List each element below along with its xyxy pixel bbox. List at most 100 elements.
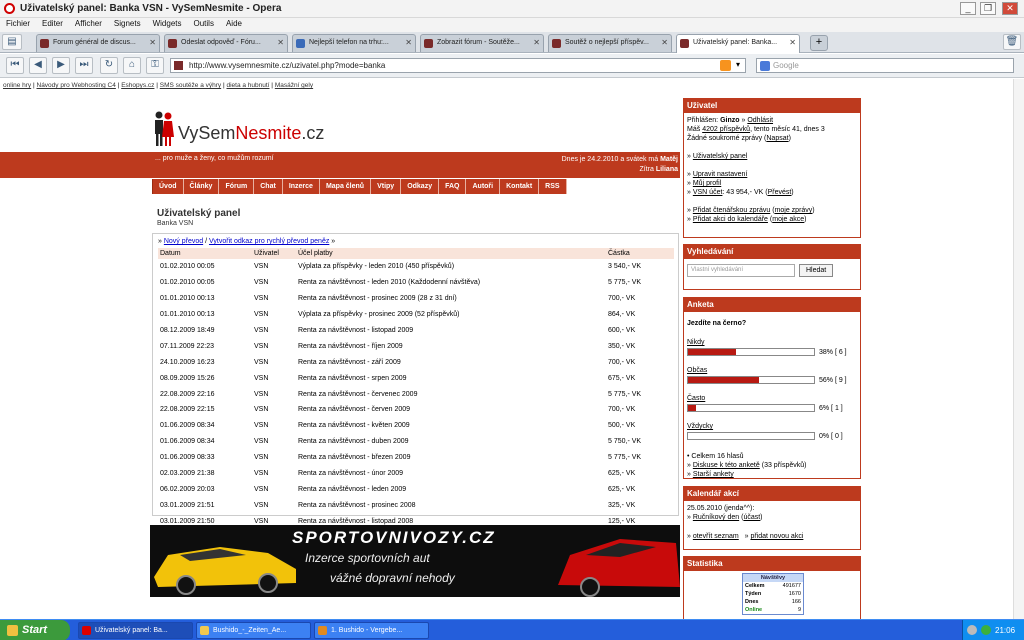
search-field[interactable]: Google <box>756 58 1014 73</box>
poll-option-label[interactable]: Nikdy <box>687 338 705 347</box>
tab-nejlepsi-telefon[interactable]: Nejlepší telefon na trhu:... ✕ <box>292 34 416 52</box>
address-dropdown-icon[interactable]: ▾ <box>736 60 740 69</box>
tab-soutez[interactable]: Soutěž o nejlepší příspěv... ✕ <box>548 34 672 52</box>
profile-link[interactable]: Můj profil <box>693 180 721 187</box>
tab-forum-general[interactable]: Forum général de discus... ✕ <box>36 34 160 52</box>
cell-datum: 01.01.2010 00:13 <box>160 295 215 303</box>
toplink[interactable]: dieta a hubnutí <box>226 82 269 89</box>
back-icon[interactable]: ◀ <box>29 57 47 74</box>
task-player[interactable]: 1. Bushido - Vergebe... <box>314 622 429 639</box>
vsn-account-link[interactable]: VSN účet <box>693 189 723 196</box>
older-polls-link[interactable]: Starší ankety <box>693 471 734 478</box>
panel-toggle-icon[interactable]: ▤ <box>2 34 22 50</box>
cell-uzivatel: VSN <box>254 501 269 509</box>
nav-kontakt[interactable]: Kontakt <box>500 179 540 194</box>
start-button[interactable]: Start <box>0 620 70 640</box>
nav-clanky[interactable]: Články <box>183 179 220 194</box>
tab-odeslat-odpoved[interactable]: Odeslat odpověď - Fóru... ✕ <box>164 34 288 52</box>
toplink[interactable]: Návody pro Webhosting C4 <box>37 82 116 89</box>
toplink[interactable]: Eshopys.cz <box>121 82 154 89</box>
my-messages-link[interactable]: moje zprávy <box>775 207 813 214</box>
close-tab-icon[interactable]: ✕ <box>277 35 284 51</box>
toplink[interactable]: Masážní gely <box>275 82 313 89</box>
search-submit-button[interactable]: Hledat <box>799 264 834 277</box>
rss-feed-icon[interactable] <box>720 60 731 71</box>
nav-uvod[interactable]: Úvod <box>153 179 184 194</box>
user-panel-link[interactable]: Uživatelský panel <box>693 153 747 160</box>
write-message-link[interactable]: Napsat <box>766 135 788 142</box>
fast-forward-icon[interactable]: ⏭ <box>75 57 93 74</box>
transfer-link[interactable]: Převést <box>768 189 792 196</box>
close-tab-icon[interactable]: ✕ <box>149 35 156 51</box>
table-row: 03.01.2009 21:51 VSN Renta za návštěvnost … <box>158 497 674 513</box>
menu-fichier[interactable]: Fichier <box>0 18 36 28</box>
menu-outils[interactable]: Outils <box>188 18 220 28</box>
menu-widgets[interactable]: Widgets <box>147 18 188 28</box>
task-opera[interactable]: Uživatelský panel: Ba... <box>78 622 193 639</box>
favicon-icon <box>174 61 183 70</box>
nav-rss[interactable]: RSS <box>539 179 567 194</box>
tab-uzivatelsky-panel[interactable]: Uživatelský panel: Banka... ✕ <box>676 34 800 53</box>
address-bar[interactable]: http://www.vysemnesmite.cz/uzivatel.php?… <box>170 58 746 73</box>
task-folder[interactable]: Bushido_-_Zeiten_Ae... <box>196 622 311 639</box>
account-value: : 43 954,- VK ( <box>722 189 768 196</box>
menu-aide[interactable]: Aide <box>220 18 248 28</box>
nav-forum[interactable]: Fórum <box>219 179 255 194</box>
ad-banner[interactable]: SPORTOVNIVOZY.CZ Inzerce sportovních aut… <box>150 525 680 597</box>
close-tab-icon[interactable]: ✕ <box>789 35 796 51</box>
close-tab-icon[interactable]: ✕ <box>661 35 668 51</box>
cell-uzivatel: VSN <box>254 406 269 414</box>
key-icon[interactable]: ⚿ <box>146 57 164 74</box>
logout-link[interactable]: Odhlásit <box>747 117 773 124</box>
poll-option-label[interactable]: Vždycky <box>687 422 713 431</box>
windows-logo-icon <box>7 625 18 636</box>
nav-odkazy[interactable]: Odkazy <box>401 179 440 194</box>
nav-autori[interactable]: Autoři <box>466 179 501 194</box>
tab-zobrazit-forum[interactable]: Zobrazit fórum - Soutěže... ✕ <box>420 34 544 52</box>
close-icon[interactable]: ✕ <box>1002 2 1018 15</box>
open-list-link[interactable]: otevřít seznam <box>693 533 739 540</box>
poll-option-label[interactable]: Občas <box>687 366 707 375</box>
rewind-icon[interactable]: ⏮ <box>6 57 24 74</box>
close-tab-icon[interactable]: ✕ <box>405 35 412 51</box>
home-icon[interactable]: ⌂ <box>123 57 141 74</box>
poll-option-label[interactable]: Často <box>687 394 705 403</box>
restore-icon[interactable]: ❐ <box>980 2 996 15</box>
vertical-scrollbar[interactable] <box>1013 79 1024 619</box>
nav-faq[interactable]: FAQ <box>439 179 467 194</box>
site-search-input[interactable]: Vlastní vyhledávání <box>687 264 795 277</box>
minimize-icon[interactable]: _ <box>960 2 976 15</box>
new-tab-button[interactable]: + <box>810 35 828 51</box>
close-tab-icon[interactable]: ✕ <box>533 35 540 51</box>
my-events-link[interactable]: moje akce <box>772 216 804 223</box>
add-calendar-event-link[interactable]: Přidat akci do kalendáře <box>693 216 768 223</box>
toplink[interactable]: SMS soutěže a výhry <box>160 82 221 89</box>
toplink[interactable]: online hry <box>3 82 31 89</box>
network-icon[interactable] <box>967 625 977 635</box>
reload-icon[interactable]: ↻ <box>100 57 118 74</box>
posts-link[interactable]: 4202 příspěvků <box>702 126 750 133</box>
calendar-participation-link[interactable]: účast <box>743 514 760 521</box>
calendar-event-link[interactable]: Ručníkový den <box>693 514 739 521</box>
new-transfer-link[interactable]: Nový převod <box>164 238 203 245</box>
nav-vtipy[interactable]: Vtipy <box>371 179 402 194</box>
settings-link[interactable]: Upravit nastavení <box>693 171 747 178</box>
page-subtitle: Banka VSN <box>157 220 194 227</box>
add-reader-message-link[interactable]: Přidat čtenářskou zprávu <box>693 207 770 214</box>
menu-editer[interactable]: Editer <box>36 18 69 28</box>
visits-counter[interactable]: Návštěvy Celkem 491677 Týden 1670 Dnes 166 … <box>742 573 804 615</box>
stat-row: Celkem 491677 <box>743 582 803 590</box>
window-titlebar: Uživatelský panel: Banka VSN - VySemNesm… <box>0 0 1024 18</box>
nav-mapa-clenu[interactable]: Mapa členů <box>319 179 372 194</box>
create-link-link[interactable]: Vytvořit odkaz pro rychlý převod peněz <box>209 238 329 245</box>
menu-afficher[interactable]: Afficher <box>69 18 108 28</box>
trash-icon[interactable]: 🗑 <box>1003 34 1021 50</box>
poll-discussion-link[interactable]: Diskuse k této anketě <box>693 462 760 469</box>
nav-inzerce[interactable]: Inzerce <box>282 179 320 194</box>
forward-icon[interactable]: ▶ <box>52 57 70 74</box>
cell-datum: 08.09.2009 15:26 <box>160 374 215 382</box>
nav-chat[interactable]: Chat <box>254 179 283 194</box>
add-event-link[interactable]: přidat novou akci <box>750 533 803 540</box>
security-icon[interactable] <box>981 625 991 635</box>
menu-signets[interactable]: Signets <box>108 18 147 28</box>
